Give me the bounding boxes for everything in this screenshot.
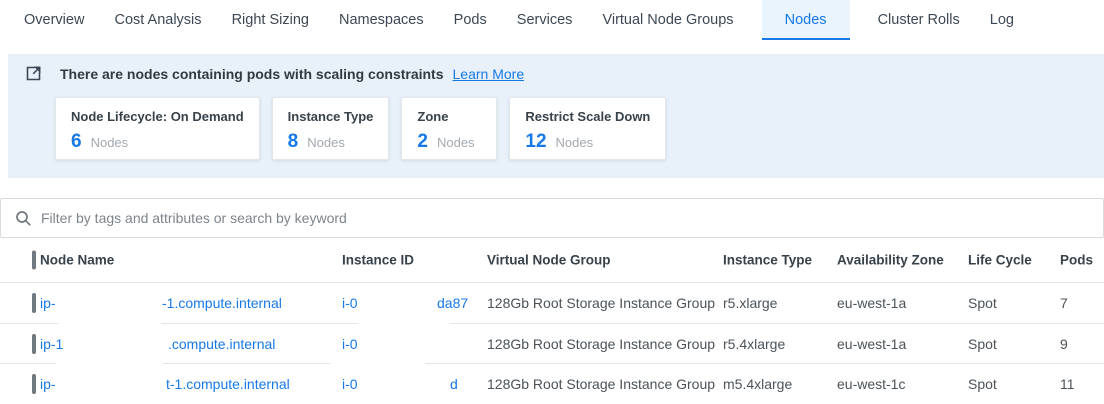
tab[interactable]: Cost Analysis [112,0,203,40]
row-checkbox[interactable] [32,374,36,394]
instance-type-cell: r5.xlarge [723,295,777,311]
node-name-suffix[interactable]: -1.compute.internal [162,295,282,311]
constraint-card[interactable]: Zone 2 Nodes [401,97,497,160]
node-name-prefix[interactable]: ip- [40,376,56,392]
virtual-node-group-cell: 128Gb Root Storage Instance Group [487,336,715,352]
redaction-box [358,316,450,356]
row-checkbox[interactable] [32,293,36,313]
search-icon [15,210,32,227]
constraint-card[interactable]: Instance Type 8 Nodes [272,97,390,160]
constraint-card[interactable]: Node Lifecycle: On Demand 6 Nodes [55,97,260,160]
redaction-box [56,355,163,397]
card-count: 6 [71,131,82,153]
redaction-box [58,287,161,325]
table-row[interactable]: ip- t-1.compute.internal i-0 d 128Gb Roo… [0,363,1104,403]
tab[interactable]: Overview [22,0,86,40]
life-cycle-cell: Spot [968,295,997,311]
col-virtual-node-group: Virtual Node Group [487,253,611,268]
pods-cell: 7 [1060,295,1068,311]
tab[interactable]: Right Sizing [230,0,311,40]
tab[interactable]: Services [515,0,575,40]
card-count: 12 [525,131,546,153]
virtual-node-group-cell: 128Gb Root Storage Instance Group [487,376,715,392]
virtual-node-group-cell: 128Gb Root Storage Instance Group [487,295,715,311]
instance-type-cell: r5.4xlarge [723,336,785,352]
nodes-page: Overview Cost Analysis Right Sizing Name… [0,0,1104,404]
col-instance-id: Instance ID [342,253,414,268]
banner-header: There are nodes containing pods with sca… [25,65,524,82]
card-title: Zone [417,109,481,124]
col-pods: Pods [1060,253,1093,268]
col-life-cycle: Life Cycle [968,253,1032,268]
banner-message: There are nodes containing pods with sca… [60,66,444,82]
instance-id-prefix[interactable]: i-0 [342,295,358,311]
redaction-box [330,356,425,370]
scale-constraint-icon [25,65,42,82]
card-count: 8 [288,131,299,153]
node-name-suffix[interactable]: .compute.internal [168,336,275,352]
filter-input[interactable] [41,210,1103,226]
table-row[interactable]: ip- -1.compute.internal i-0 da87 128Gb R… [0,283,1104,323]
tab[interactable]: Cluster Rolls [876,0,962,40]
scaling-constraints-banner: There are nodes containing pods with sca… [8,54,1104,178]
availability-zone-cell: eu-west-1a [837,336,906,352]
card-title: Node Lifecycle: On Demand [71,109,244,124]
instance-id-prefix[interactable]: i-0 [342,336,358,352]
col-instance-type: Instance Type [723,253,812,268]
constraint-card[interactable]: Restrict Scale Down 12 Nodes [509,97,666,160]
card-unit: Nodes [437,135,475,150]
life-cycle-cell: Spot [968,376,997,392]
card-title: Instance Type [288,109,374,124]
learn-more-link[interactable]: Learn More [453,66,525,82]
redaction-box [358,288,436,318]
tab-bar: Overview Cost Analysis Right Sizing Name… [0,0,1104,40]
card-count: 2 [417,131,428,153]
node-name-prefix[interactable]: ip-1 [40,336,63,352]
redaction-box [357,372,448,396]
table-header: Node Name Instance ID Virtual Node Group… [0,238,1104,283]
col-node-name: Node Name [40,253,114,268]
pods-cell: 9 [1060,336,1068,352]
tab[interactable]: Virtual Node Groups [600,0,735,40]
instance-id-suffix[interactable]: d [450,376,458,392]
instance-id-prefix[interactable]: i-0 [342,376,358,392]
tab[interactable]: Namespaces [337,0,426,40]
availability-zone-cell: eu-west-1a [837,295,906,311]
card-unit: Nodes [556,135,594,150]
card-title: Restrict Scale Down [525,109,650,124]
redaction-box [63,330,167,358]
life-cycle-cell: Spot [968,336,997,352]
instance-type-cell: m5.4xlarge [723,376,792,392]
instance-id-suffix[interactable]: da87 [437,295,468,311]
tab[interactable]: Nodes [762,0,850,40]
pods-cell: 11 [1060,376,1075,392]
row-checkbox[interactable] [32,334,36,354]
card-unit: Nodes [91,135,129,150]
node-name-prefix[interactable]: ip- [40,295,56,311]
filter-bar [0,198,1104,238]
node-name-suffix[interactable]: t-1.compute.internal [166,376,290,392]
col-availability-zone: Availability Zone [837,253,944,268]
tab[interactable]: Pods [452,0,489,40]
select-all-checkbox[interactable] [32,251,36,270]
card-unit: Nodes [307,135,345,150]
tab[interactable]: Log [988,0,1016,40]
availability-zone-cell: eu-west-1c [837,376,905,392]
constraint-cards: Node Lifecycle: On Demand 6 Nodes Instan… [55,97,666,160]
